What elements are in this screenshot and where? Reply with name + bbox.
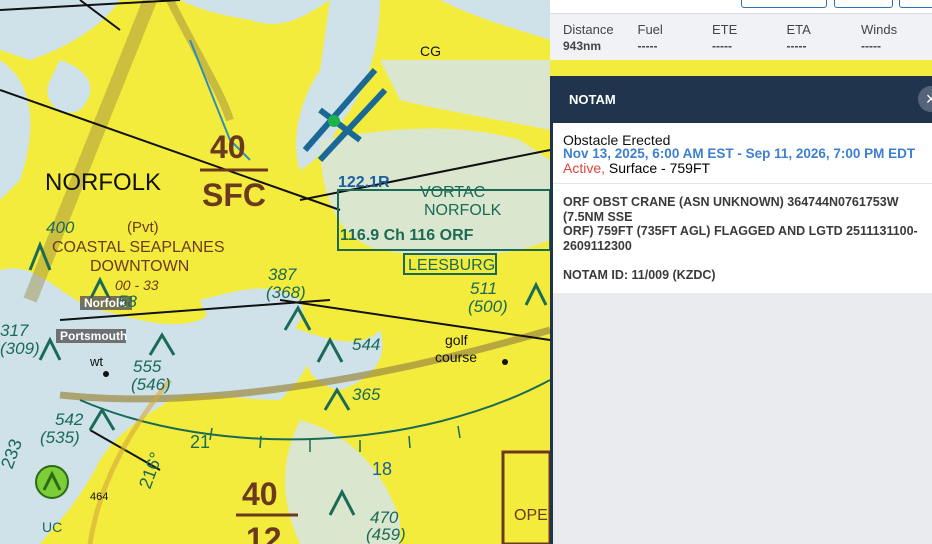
notam-text-line: ORF) 759FT (735FT AGL) FLAGGED AND LGTD …: [563, 224, 918, 253]
top-toolbar: [550, 0, 932, 14]
map-label-cg: CG: [420, 43, 441, 59]
map-label-downtown: DOWNTOWN: [90, 258, 189, 275]
stat-ete: ETE -----: [699, 14, 774, 60]
map-label-uc: UC: [42, 519, 62, 535]
map-label-ope: OPE: [514, 507, 548, 524]
map-label-leesburg: LEESBURG: [408, 257, 495, 274]
notam-header-title: NOTAM: [569, 92, 616, 107]
map-label-runway: 00 - 33: [115, 277, 159, 293]
stat-winds: Winds -----: [848, 14, 923, 60]
notam-text-line: ORF OBST CRANE (ASN UNKNOWN) 364744N0761…: [563, 195, 899, 224]
airspace-floor: SFC: [202, 177, 266, 213]
map-label-portsmouth: Portsmouth: [60, 329, 127, 343]
stat-label: Fuel: [637, 22, 663, 37]
stat-label: ETA: [786, 22, 811, 37]
stat-distance: Distance 943nm: [550, 14, 625, 60]
stat-value: -----: [786, 39, 807, 53]
stat-value: -----: [637, 39, 658, 53]
obstacle-elevation: 542: [55, 410, 84, 429]
obstacle-agl: (459): [366, 525, 406, 544]
toolbar-button[interactable]: [899, 0, 932, 8]
airspace2-ceiling: 40: [242, 476, 278, 512]
close-icon[interactable]: ×: [918, 86, 932, 112]
radial-21: 21: [190, 432, 210, 452]
notam-altitude-range: Surface - 759FT: [608, 160, 711, 176]
highway-shield: 464: [90, 491, 108, 503]
obstacle-elevation: 511: [470, 279, 497, 298]
map-label-course: course: [435, 349, 477, 365]
stat-value: 943nm: [563, 39, 602, 53]
map-label-pvt: (Pvt): [127, 219, 159, 236]
airspace-ceiling: 40: [210, 129, 246, 165]
airspace2-floor: 12: [246, 521, 282, 544]
obstacle-elevation: 400: [46, 218, 75, 237]
obstacle-elevation: 555: [133, 357, 162, 376]
toolbar-button[interactable]: [834, 0, 893, 8]
stat-label: Winds: [861, 22, 898, 37]
obstacle-elevation: 387: [268, 265, 297, 284]
flight-panel: Distance 943nm Fuel ----- ETE ----- ETA ----…: [550, 0, 932, 544]
map-label-city: NORFOLK: [45, 169, 161, 196]
obstacle-agl: (535): [40, 428, 80, 447]
stat-label: Distance: [563, 22, 614, 37]
map-label-wt: wt: [89, 354, 103, 369]
stat-value: -----: [861, 39, 881, 53]
notam-summary: Obstacle Erected Nov 13, 2025, 6:00 AM E…: [553, 123, 932, 184]
notam-header: NOTAM ×: [553, 76, 932, 123]
map-label-seaplanes: COASTAL SEAPLANES: [52, 239, 225, 256]
obstacle-agl: (546): [131, 375, 171, 394]
obstacle-elevation: 365: [352, 385, 381, 404]
flight-stats-bar: Distance 943nm Fuel ----- ETE ----- ETA ----…: [550, 14, 932, 60]
obstacle-agl: (500): [468, 297, 508, 316]
notam-panel: NOTAM × Obstacle Erected Nov 13, 2025, 6…: [550, 76, 932, 544]
obstacle-elevation: 317: [0, 321, 29, 340]
obstacle-agl: (368): [266, 283, 306, 302]
stat-label: ETE: [712, 22, 738, 37]
radial-18: 18: [372, 459, 392, 479]
stat-fuel: Fuel -----: [625, 14, 700, 60]
obstacle-elevation: 58: [118, 292, 137, 311]
notam-id: NOTAM ID: 11/009 (KZDC): [563, 268, 716, 282]
notam-dates: Nov 13, 2025, 6:00 AM EST - Sep 11, 2026…: [563, 146, 916, 161]
stat-eta: ETA -----: [774, 14, 849, 60]
map-label-golf: golf: [445, 332, 468, 348]
notam-body: ORF OBST CRANE (ASN UNKNOWN) 364744N0761…: [553, 184, 932, 293]
map-label-freq: 122.1R: [338, 174, 390, 191]
map-label-vortac-freq: 116.9 Ch 116 ORF: [340, 227, 474, 244]
obstacle-agl: (309): [0, 339, 40, 358]
obstacle-elevation: 544: [352, 335, 380, 354]
map-label-vortac-name: NORFOLK: [424, 202, 502, 219]
stat-value: -----: [712, 39, 732, 53]
toolbar-button[interactable]: [741, 0, 827, 8]
notam-status: Active,: [563, 160, 606, 176]
notam-title: Obstacle Erected: [563, 132, 671, 148]
map-label-vortac: VORTAC: [420, 184, 485, 201]
